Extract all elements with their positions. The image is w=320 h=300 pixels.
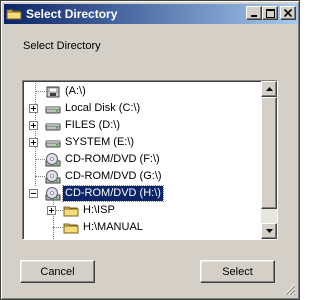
- tree-item-label[interactable]: H:\ISP: [81, 203, 117, 218]
- tree-item-label[interactable]: CD-ROM/DVD (G:\): [63, 169, 164, 184]
- title-bar[interactable]: Select Directory: [4, 4, 298, 24]
- tree-item-label[interactable]: SYSTEM (E:\): [63, 135, 136, 150]
- folder-icon: [63, 237, 79, 239]
- arrow-down-icon: [265, 229, 273, 233]
- minimize-button[interactable]: [246, 6, 262, 20]
- tree-item-label[interactable]: Local Disk (C:\): [63, 101, 142, 116]
- tree-connector: [35, 91, 45, 92]
- tree-item-label[interactable]: H:\MANUAL: [81, 220, 145, 235]
- hard-drive-icon: [45, 106, 61, 114]
- tree-item-label[interactable]: CD-ROM/DVD (H:\): [62, 185, 164, 202]
- expand-icon[interactable]: [47, 206, 56, 215]
- folder-icon: [63, 223, 79, 234]
- vertical-scrollbar[interactable]: [261, 81, 277, 239]
- tree-connector: [35, 159, 45, 160]
- select-directory-window: Select Directory Select Directory (A:\) …: [0, 0, 300, 300]
- minimize-icon: [251, 15, 257, 17]
- tree-connector: [53, 227, 63, 228]
- hard-drive-icon: [45, 123, 61, 131]
- maximize-icon: [265, 8, 275, 18]
- cd-drive-icon: [45, 187, 61, 201]
- select-button[interactable]: Select: [200, 260, 275, 283]
- hard-drive-icon: [45, 140, 61, 148]
- cd-drive-icon: [45, 153, 61, 167]
- expand-icon[interactable]: [29, 121, 38, 130]
- close-button[interactable]: [280, 6, 296, 20]
- tree-item-label[interactable]: H:\PATCH: [81, 237, 135, 239]
- scroll-thumb[interactable]: [261, 97, 277, 209]
- floppy-drive-icon: [46, 86, 60, 98]
- tree-item-label[interactable]: FILES (D:\): [63, 118, 122, 133]
- scroll-down-button[interactable]: [261, 223, 277, 239]
- cd-drive-icon: [45, 170, 61, 184]
- cancel-button[interactable]: Cancel: [20, 260, 95, 283]
- directory-tree[interactable]: (A:\) Local Disk (C:\) FILES (D:\) SYSTEM (…: [22, 80, 278, 240]
- resize-grip-icon[interactable]: [284, 284, 296, 296]
- folder-icon: [63, 206, 79, 217]
- arrow-up-icon: [265, 87, 273, 91]
- folder-icon: [6, 9, 22, 20]
- caption-buttons: [246, 6, 296, 20]
- maximize-button[interactable]: [262, 6, 278, 20]
- expand-icon[interactable]: [29, 138, 38, 147]
- tree-item-label[interactable]: (A:\): [63, 84, 88, 99]
- window-title: Select Directory: [26, 7, 118, 21]
- collapse-icon[interactable]: [29, 189, 38, 198]
- tree-connector: [35, 83, 36, 186]
- prompt-label: Select Directory: [23, 40, 101, 52]
- close-icon: [284, 9, 292, 17]
- tree-item-label[interactable]: CD-ROM/DVD (F:\): [63, 152, 162, 167]
- scroll-up-button[interactable]: [261, 81, 277, 97]
- tree-connector: [35, 176, 45, 177]
- expand-icon[interactable]: [29, 104, 38, 113]
- tree-content: (A:\) Local Disk (C:\) FILES (D:\) SYSTEM (…: [25, 83, 261, 239]
